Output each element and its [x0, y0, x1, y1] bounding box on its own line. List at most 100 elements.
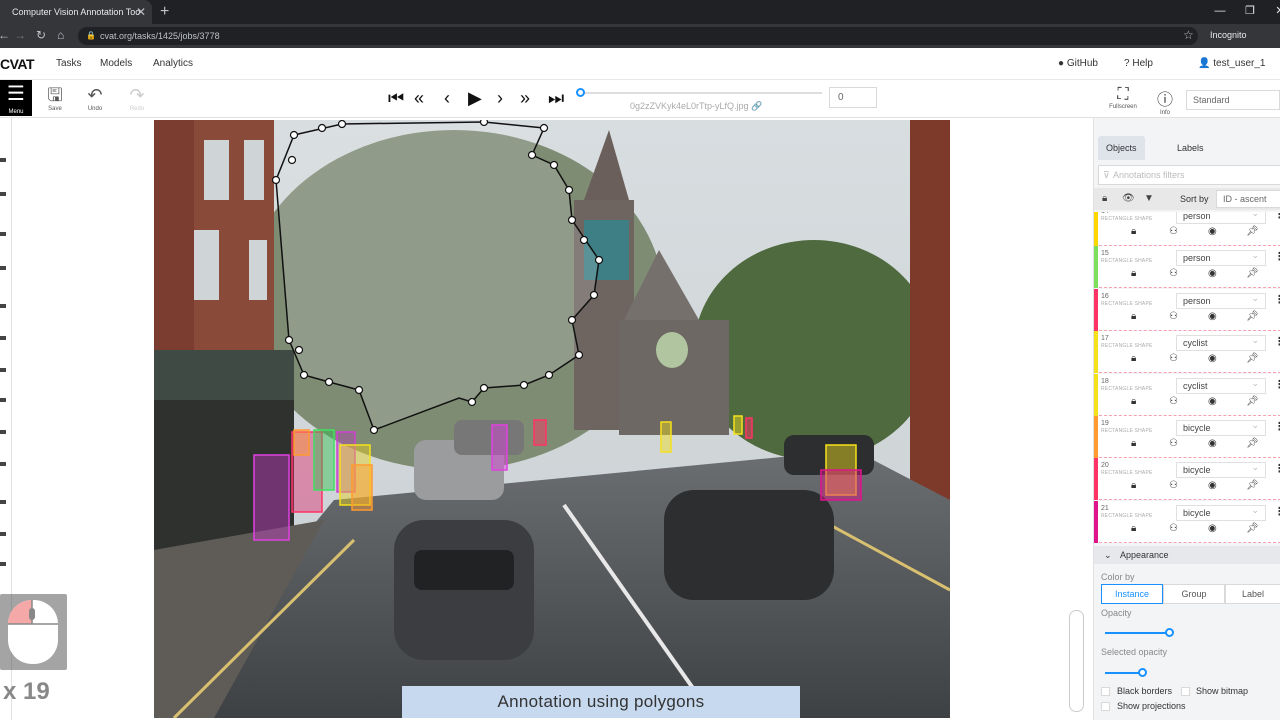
pin-icon[interactable]: 📌︎: [1246, 311, 1259, 322]
tag-tool-icon[interactable]: [0, 462, 6, 466]
user-icon[interactable]: ⚇: [1169, 311, 1178, 322]
eye-icon[interactable]: ◉: [1208, 353, 1217, 364]
github-link[interactable]: ● GitHub: [1058, 58, 1098, 69]
opacity-slider-handle[interactable]: [1165, 628, 1174, 637]
show-projections-checkbox[interactable]: [1101, 702, 1110, 711]
cuboid-tool-icon[interactable]: [0, 430, 6, 434]
color-by-label-option[interactable]: Label: [1225, 584, 1280, 604]
opacity-slider-fill[interactable]: [1105, 632, 1169, 634]
user-icon[interactable]: ⚇: [1169, 268, 1178, 279]
object-menu-icon[interactable]: ⋮: [1274, 378, 1280, 391]
eye-icon[interactable]: ◉: [1208, 438, 1217, 449]
info-button[interactable]: ⓘ Info: [1152, 86, 1178, 116]
frame-slider-handle[interactable]: [576, 88, 585, 97]
black-borders-checkbox[interactable]: [1101, 687, 1110, 696]
link-icon[interactable]: 🔗: [751, 101, 762, 111]
object-color-bar[interactable]: [1094, 288, 1098, 331]
object-label-select[interactable]: person: [1176, 212, 1266, 224]
object-label-select[interactable]: cyclist: [1176, 376, 1266, 394]
next-frame-icon[interactable]: ›: [497, 88, 503, 108]
reload-icon[interactable]: ↻: [36, 28, 46, 42]
appearance-header[interactable]: ⌄ Appearance: [1094, 546, 1280, 564]
object-menu-icon[interactable]: ⋮: [1274, 212, 1280, 221]
object-item[interactable]: 15RECTANGLE SHAPE person ⋮ 🔒︎ ⚇ ◉ 📌︎: [1094, 246, 1280, 289]
close-tab-icon[interactable]: ✕: [136, 0, 146, 24]
object-item[interactable]: 14RECTANGLE SHAPE person ⋮ 🔒︎ ⚇ ◉ 📌︎: [1094, 212, 1280, 246]
object-item[interactable]: 18RECTANGLE SHAPE cyclist ⋮ 🔒︎ ⚇ ◉ 📌︎: [1094, 373, 1280, 416]
eye-icon[interactable]: ◉: [1208, 311, 1217, 322]
backward-step-icon[interactable]: «: [414, 88, 424, 108]
user-menu[interactable]: 👤 test_user_1: [1198, 58, 1266, 69]
close-window-icon[interactable]: ✕: [1265, 0, 1280, 24]
lock-icon[interactable]: 🔒︎: [1131, 353, 1136, 364]
lock-icon[interactable]: 🔒︎: [1131, 268, 1136, 279]
object-color-bar[interactable]: [1094, 212, 1098, 246]
pin-icon[interactable]: 📌︎: [1246, 226, 1259, 237]
user-icon[interactable]: ⚇: [1169, 396, 1178, 407]
frame-slider[interactable]: [580, 92, 822, 94]
object-menu-icon[interactable]: ⋮: [1274, 420, 1280, 433]
lock-icon[interactable]: 🔒︎: [1131, 311, 1136, 322]
back-icon[interactable]: ←: [0, 28, 10, 42]
help-link[interactable]: ? Help: [1124, 58, 1153, 69]
move-tool-icon[interactable]: [0, 192, 6, 196]
tab-labels[interactable]: Labels: [1169, 136, 1212, 160]
object-item[interactable]: 16RECTANGLE SHAPE person ⋮ 🔒︎ ⚇ ◉ 📌︎: [1094, 288, 1280, 331]
merge-tool-icon[interactable]: [0, 500, 6, 504]
user-icon[interactable]: ⚇: [1169, 226, 1178, 237]
object-item[interactable]: 17RECTANGLE SHAPE cyclist ⋮ 🔒︎ ⚇ ◉ 📌︎: [1094, 331, 1280, 374]
sort-select[interactable]: ID - ascent: [1216, 190, 1280, 208]
save-button[interactable]: 🖫 Save: [40, 84, 70, 112]
eye-icon[interactable]: ◉: [1208, 226, 1217, 237]
object-label-select[interactable]: bicycle: [1176, 418, 1266, 436]
home-icon[interactable]: ⌂: [57, 28, 64, 42]
menu-button[interactable]: ☰ Menu: [0, 80, 32, 116]
first-frame-icon[interactable]: ⏮: [388, 88, 404, 108]
lock-icon[interactable]: 🔒︎: [1131, 438, 1136, 449]
eye-icon[interactable]: ◉: [1208, 396, 1217, 407]
nav-analytics[interactable]: Analytics: [153, 58, 193, 69]
eye-icon[interactable]: ◉: [1208, 268, 1217, 279]
user-icon[interactable]: ⚇: [1169, 480, 1178, 491]
lock-all-icon[interactable]: 🔒︎: [1102, 193, 1107, 204]
color-by-group[interactable]: Group: [1163, 584, 1225, 604]
split-tool-icon[interactable]: [0, 562, 6, 566]
points-tool-icon[interactable]: [0, 398, 6, 402]
restore-icon[interactable]: ❐: [1235, 0, 1265, 24]
object-label-select[interactable]: bicycle: [1176, 460, 1266, 479]
rotate-tool-icon[interactable]: [0, 232, 6, 236]
pin-icon[interactable]: 📌︎: [1246, 480, 1259, 491]
bookmark-star-icon[interactable]: ☆: [1183, 28, 1194, 42]
eye-icon[interactable]: ◉: [1208, 523, 1217, 534]
redo-button[interactable]: ↷ Redo: [122, 84, 152, 112]
tab-objects[interactable]: Objects: [1098, 136, 1145, 160]
play-icon[interactable]: ▶: [468, 88, 482, 108]
object-item[interactable]: 20RECTANGLE SHAPE bicycle ⋮ 🔒︎ ⚇ ◉ 📌︎: [1094, 458, 1280, 501]
pin-icon[interactable]: 📌︎: [1246, 438, 1259, 449]
show-bitmap-checkbox[interactable]: [1181, 687, 1190, 696]
hide-all-icon[interactable]: 👁︎: [1122, 193, 1135, 204]
object-label-select[interactable]: person: [1176, 248, 1266, 267]
object-color-bar[interactable]: [1094, 458, 1098, 501]
eye-icon[interactable]: ◉: [1208, 480, 1217, 491]
selected-opacity-slider-handle[interactable]: [1138, 668, 1147, 677]
object-label-select[interactable]: cyclist: [1176, 333, 1266, 352]
pin-icon[interactable]: 📌︎: [1246, 353, 1259, 364]
pin-icon[interactable]: 📌︎: [1246, 523, 1259, 534]
street-photo[interactable]: [154, 120, 950, 718]
zoom-scrollbar[interactable]: [1069, 610, 1084, 712]
color-by-instance[interactable]: Instance: [1101, 584, 1163, 604]
polyline-tool-icon[interactable]: [0, 368, 6, 372]
object-menu-icon[interactable]: ⋮: [1274, 250, 1280, 263]
frame-number-input[interactable]: 0: [829, 87, 877, 108]
last-frame-icon[interactable]: ⏭: [548, 88, 564, 108]
lock-icon[interactable]: 🔒︎: [1131, 396, 1136, 407]
nav-tasks[interactable]: Tasks: [56, 58, 82, 69]
forward-step-icon[interactable]: »: [520, 88, 530, 108]
object-color-bar[interactable]: [1094, 246, 1098, 289]
object-color-bar[interactable]: [1094, 373, 1098, 416]
new-tab-icon[interactable]: +: [160, 0, 169, 24]
nav-models[interactable]: Models: [100, 58, 132, 69]
user-icon[interactable]: ⚇: [1169, 438, 1178, 449]
lock-icon[interactable]: 🔒︎: [1131, 480, 1136, 491]
